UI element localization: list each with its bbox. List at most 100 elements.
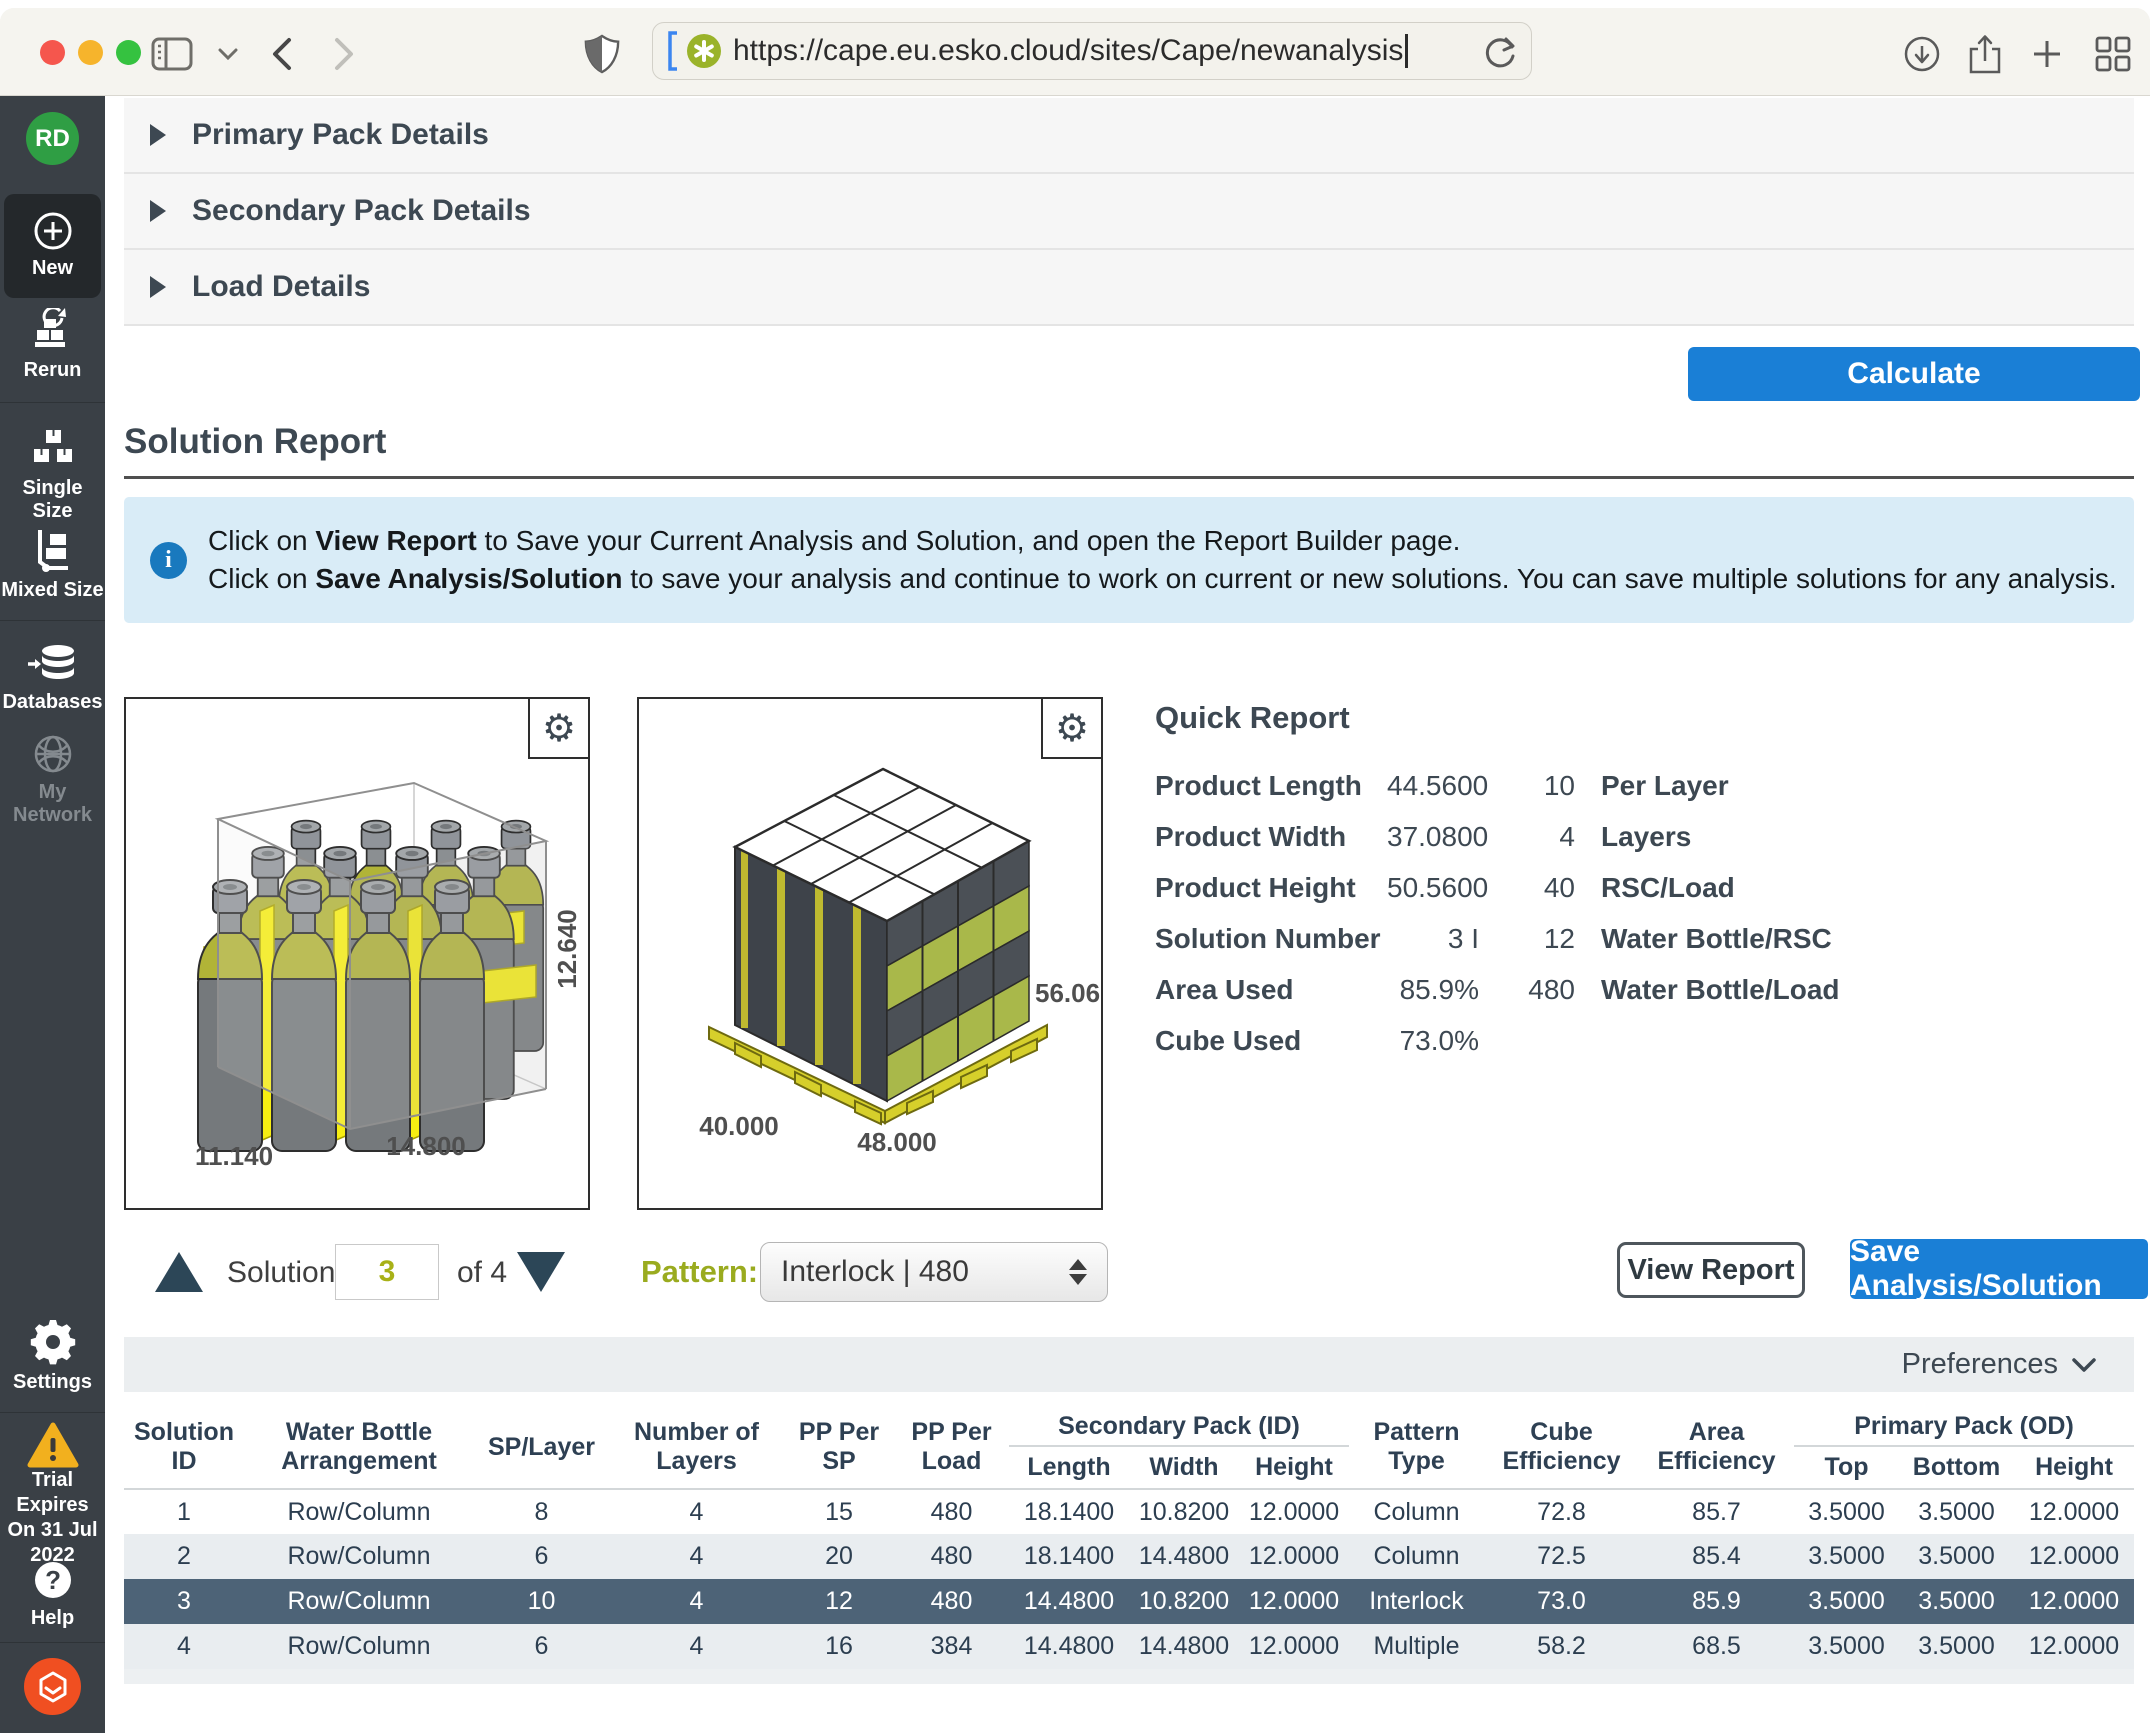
table-row[interactable]: 4Row/Column641638414.480014.480012.0000M… bbox=[124, 1624, 2134, 1669]
preferences-toggle[interactable]: Preferences bbox=[1902, 1348, 2058, 1381]
sidebar-item-label: My Network bbox=[0, 781, 105, 827]
new-tab-button[interactable] bbox=[2025, 32, 2069, 76]
solution-number-input[interactable]: 3 bbox=[335, 1244, 439, 1300]
dim-length-label: 48.000 bbox=[857, 1127, 937, 1157]
browser-window: https://cape.eu.esko.cloud/sites/Cape/ne… bbox=[0, 8, 2150, 1733]
sidebar-item-label: Single Size bbox=[0, 477, 105, 523]
back-button[interactable] bbox=[260, 32, 304, 76]
table-row[interactable]: 1Row/Column841548018.140010.820012.0000C… bbox=[124, 1489, 2134, 1534]
rerun-icon bbox=[0, 308, 105, 354]
banner-text: Click on View Report to Save your Curren… bbox=[208, 522, 2117, 598]
esko-brand-button[interactable] bbox=[24, 1658, 81, 1715]
sidebar-divider bbox=[0, 1642, 105, 1643]
section-load-details[interactable]: Load Details bbox=[124, 250, 2134, 326]
view-report-button[interactable]: View Report bbox=[1617, 1242, 1805, 1298]
trial-expiry-line: On 31 Jul bbox=[0, 1518, 105, 1543]
col-header: Solution ID bbox=[124, 1406, 244, 1489]
section-primary-pack-details[interactable]: Primary Pack Details bbox=[124, 98, 2134, 174]
sidebar-item-rerun[interactable]: Rerun bbox=[0, 308, 105, 382]
mixed-size-icon bbox=[0, 526, 105, 574]
help-icon: ? bbox=[0, 1558, 105, 1602]
sidebar-item-single-size[interactable]: Single Size bbox=[0, 426, 105, 523]
solution-count-label: of 4 bbox=[457, 1256, 507, 1290]
col-header: Pattern Type bbox=[1349, 1406, 1484, 1489]
sidebar-divider bbox=[0, 402, 105, 403]
view-settings-gear-icon[interactable]: ⚙ bbox=[528, 699, 588, 759]
solution-label: Solution bbox=[227, 1256, 335, 1290]
sidebar-item-label: Databases bbox=[0, 691, 105, 714]
section-title: Load Details bbox=[192, 270, 370, 304]
sidebar-item-settings[interactable]: Settings bbox=[0, 1318, 105, 1394]
dim-height-label: 12.640 bbox=[552, 909, 582, 989]
privacy-shield-icon[interactable] bbox=[580, 32, 624, 76]
pattern-select[interactable]: Interlock | 480 bbox=[760, 1242, 1108, 1302]
table-header: Solution ID Water Bottle Arrangement SP/… bbox=[124, 1406, 2134, 1489]
sidebar-item-my-network[interactable]: My Network bbox=[0, 732, 105, 827]
sidebar-toggle-icon[interactable] bbox=[150, 32, 194, 76]
plus-circle-icon bbox=[4, 210, 101, 252]
next-solution-button[interactable] bbox=[517, 1252, 565, 1292]
hexagon-box-icon bbox=[37, 1670, 69, 1704]
url-text[interactable]: https://cape.eu.esko.cloud/sites/Cape/ne… bbox=[733, 34, 1403, 68]
downloads-button[interactable] bbox=[1900, 32, 1944, 76]
sidebar-item-mixed-size[interactable]: Mixed Size bbox=[0, 526, 105, 602]
table-row[interactable]: 2Row/Column642048018.140014.480012.0000C… bbox=[124, 1534, 2134, 1579]
avatar[interactable]: RD bbox=[26, 112, 79, 165]
quick-report-row: Cube Used73.0% bbox=[1155, 1015, 1840, 1066]
trial-expiry-line: Trial Expires bbox=[0, 1468, 105, 1518]
quick-report-title: Quick Report bbox=[1155, 700, 1840, 736]
collapsed-arrow-icon bbox=[150, 276, 166, 298]
sidebar-item-label: New bbox=[4, 257, 101, 280]
sidebar-item-new[interactable]: New bbox=[4, 194, 101, 298]
col-header: Number of Layers bbox=[609, 1406, 784, 1489]
save-analysis-solution-button[interactable]: Save Analysis/Solution bbox=[1850, 1239, 2148, 1299]
toolbar-chevron-down-icon[interactable] bbox=[206, 32, 250, 76]
pallet-3d-image: 40.000 48.000 56.060 bbox=[639, 699, 1101, 1208]
section-secondary-pack-details[interactable]: Secondary Pack Details bbox=[124, 174, 2134, 250]
share-button[interactable] bbox=[1963, 32, 2007, 76]
sidebar-item-trial-warning[interactable]: Trial Expires On 31 Jul 2022 bbox=[0, 1422, 105, 1568]
col-header: Cube Efficiency bbox=[1484, 1406, 1639, 1489]
col-subheader: Width bbox=[1129, 1446, 1239, 1489]
quick-report-row: Area Used85.9%480Water Bottle/Load bbox=[1155, 964, 1840, 1015]
quick-report-row: Solution Number3 I12Water Bottle/RSC bbox=[1155, 913, 1840, 964]
tab-overview-button[interactable] bbox=[2091, 32, 2135, 76]
quick-report: Quick Report Product Length44.560010Per … bbox=[1155, 700, 1840, 1066]
col-subheader: Bottom bbox=[1899, 1446, 2014, 1489]
sidebar-item-label: Settings bbox=[0, 1371, 105, 1394]
quick-report-row: Product Length44.560010Per Layer bbox=[1155, 760, 1840, 811]
minimize-window-button[interactable] bbox=[78, 40, 103, 65]
site-favicon-star-icon bbox=[687, 34, 721, 68]
info-banner: i Click on View Report to Save your Curr… bbox=[124, 497, 2134, 623]
close-window-button[interactable] bbox=[40, 40, 65, 65]
col-subheader: Height bbox=[1239, 1446, 1349, 1489]
view-settings-gear-icon[interactable]: ⚙ bbox=[1041, 699, 1101, 759]
chevron-down-icon[interactable] bbox=[2072, 1358, 2096, 1372]
databases-icon bbox=[0, 642, 105, 686]
zoom-window-button[interactable] bbox=[116, 40, 141, 65]
sidebar-item-databases[interactable]: Databases bbox=[0, 642, 105, 714]
col-subheader: Length bbox=[1009, 1446, 1129, 1489]
quick-report-row: Product Height50.560040RSC/Load bbox=[1155, 862, 1840, 913]
info-icon: i bbox=[150, 542, 187, 579]
gear-icon bbox=[0, 1318, 105, 1366]
previous-solution-button[interactable] bbox=[155, 1252, 203, 1292]
sidebar-item-help[interactable]: ? Help bbox=[0, 1558, 105, 1630]
col-header: Area Efficiency bbox=[1639, 1406, 1794, 1489]
col-header: PP Per SP bbox=[784, 1406, 894, 1489]
globe-icon bbox=[0, 732, 105, 776]
address-bar[interactable]: https://cape.eu.esko.cloud/sites/Cape/ne… bbox=[652, 22, 1532, 80]
primary-pack-3d-view: ⚙ bbox=[124, 697, 590, 1210]
table-row-selected[interactable]: 3Row/Column1041248014.480010.820012.0000… bbox=[124, 1579, 2134, 1624]
bottles-3d-image: 11.140 14.800 12.640 bbox=[126, 699, 588, 1208]
solutions-table: Solution ID Water Bottle Arrangement SP/… bbox=[124, 1406, 2134, 1684]
col-subheader: Top bbox=[1794, 1446, 1899, 1489]
pallet-load-3d-view: ⚙ bbox=[637, 697, 1103, 1210]
dim-length-label: 14.800 bbox=[386, 1131, 466, 1161]
forward-button[interactable] bbox=[322, 32, 366, 76]
dim-width-label: 11.140 bbox=[195, 1141, 273, 1171]
calculate-button[interactable]: Calculate bbox=[1688, 347, 2140, 401]
sidebar-item-label: Rerun bbox=[0, 359, 105, 382]
reload-button[interactable] bbox=[1483, 34, 1517, 68]
dim-height-label: 56.060 bbox=[1035, 978, 1101, 1008]
